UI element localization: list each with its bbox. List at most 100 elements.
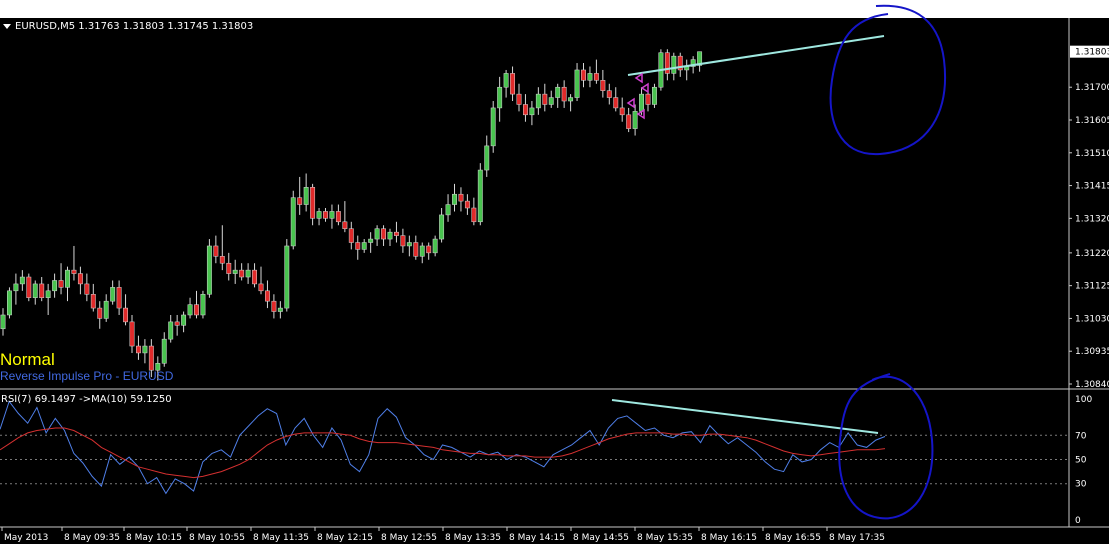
candle-body <box>374 228 380 240</box>
candle-body <box>194 304 199 316</box>
price-axis-label: 1.31320 <box>1075 214 1109 224</box>
candle-body <box>671 55 677 74</box>
time-axis-label: 8 May 12:55 <box>381 533 437 543</box>
time-axis-label: 8 May 14:15 <box>509 533 565 543</box>
candle-body <box>310 187 316 219</box>
candle-body <box>316 211 322 219</box>
candle-body <box>458 193 464 202</box>
candle-body <box>497 86 503 109</box>
candle-body <box>303 187 309 205</box>
candle-body <box>39 283 45 298</box>
candle-body <box>239 269 245 278</box>
price-axis-label: 1.31030 <box>1075 314 1109 324</box>
candle-body <box>639 93 644 112</box>
candle-body <box>65 269 70 288</box>
candle-body <box>387 231 393 240</box>
candle-body <box>555 86 561 98</box>
price-axis-label: 1.30935 <box>1075 347 1109 357</box>
candle-body <box>335 211 341 223</box>
annotation-circle-rsi <box>838 373 934 520</box>
current-price-label: 1.31803 <box>1075 48 1109 58</box>
candle-body <box>503 73 509 88</box>
candle-body <box>587 73 593 81</box>
candle-body <box>535 93 541 109</box>
candle-body <box>213 245 219 257</box>
candle-body <box>252 269 258 285</box>
price-axis-label: 1.31700 <box>1075 83 1109 93</box>
time-axis-label: 8 May 15:35 <box>637 533 693 543</box>
price-axis-label: 1.31510 <box>1075 149 1109 159</box>
candle-body <box>116 287 122 309</box>
price-axis-label: 1.31220 <box>1075 249 1109 259</box>
time-axis-label: 8 May 16:55 <box>765 533 821 543</box>
candle-body <box>219 256 225 264</box>
time-axis-label: 8 May 09:35 <box>64 533 120 543</box>
candle-body <box>200 294 206 316</box>
signal-arrow-icon <box>634 72 643 84</box>
chart-window[interactable]: 1.31700 1.31605 1.31510 1.31415 1.31320 1.312… <box>0 0 1109 544</box>
time-axis-label: 8 May 12:15 <box>317 533 373 543</box>
candle-body <box>258 283 264 292</box>
candle-body <box>58 280 64 288</box>
time-axis-label: May 2013 <box>4 533 48 543</box>
candle-body <box>32 283 38 298</box>
price-axis-label: 1.31125 <box>1075 282 1109 292</box>
candle-body <box>136 345 141 354</box>
chart-canvas[interactable]: 1.31700 1.31605 1.31510 1.31415 1.31320 1.312… <box>0 0 1109 544</box>
candle-body <box>290 197 296 247</box>
candle-body <box>206 245 212 295</box>
candle-body <box>413 242 419 257</box>
candle-body <box>613 97 619 109</box>
candle-body <box>529 107 535 116</box>
candle-body <box>52 280 58 292</box>
candle-body <box>606 90 612 98</box>
candle-body <box>7 290 12 316</box>
candle-body <box>13 283 19 292</box>
candle-body <box>477 169 483 223</box>
candle-body <box>90 294 96 309</box>
candle-body <box>406 242 412 247</box>
candle-body <box>77 273 83 285</box>
collapse-triangle-icon[interactable] <box>3 23 11 29</box>
candle-body <box>510 73 516 95</box>
candle-body <box>97 307 103 319</box>
candle-body <box>394 231 399 236</box>
axes: 1.31700 1.31605 1.31510 1.31415 1.31320 1.312… <box>1 45 1109 543</box>
signal-arrow-icon <box>640 82 649 94</box>
candle-body <box>419 245 425 257</box>
candle-body <box>619 107 625 116</box>
candle-body <box>226 262 232 274</box>
candle-body <box>84 283 90 295</box>
candle-body <box>123 307 128 323</box>
candle-body <box>484 145 490 171</box>
candle-body <box>581 69 586 81</box>
candle-body <box>439 214 445 240</box>
candle-body <box>148 345 154 371</box>
candle-body <box>168 321 174 340</box>
candle-body <box>516 93 522 105</box>
annotation-circle-price <box>829 4 946 156</box>
candle-body <box>342 221 348 229</box>
time-axis-label: 8 May 10:15 <box>126 533 182 543</box>
candle-body <box>284 245 290 309</box>
candle-body <box>361 242 367 250</box>
time-axis-label: 8 May 17:35 <box>829 533 885 543</box>
candle-body <box>464 200 470 209</box>
candle-body <box>426 245 432 254</box>
time-axis-label: 8 May 14:55 <box>573 533 629 543</box>
candle-body <box>245 269 251 278</box>
candle-body <box>0 314 6 330</box>
candles <box>0 49 703 381</box>
candle-body <box>632 111 638 129</box>
price-axis-label: 1.30840 <box>1075 380 1109 390</box>
time-axis-label: 8 May 13:35 <box>445 533 501 543</box>
price-axis-label: 1.31605 <box>1075 116 1109 126</box>
candle-body <box>568 97 574 102</box>
candle-body <box>19 276 25 285</box>
rsi-trendline <box>611 399 879 434</box>
symbol-header-text: EURUSD,M5 1.31763 1.31803 1.31745 1.3180… <box>15 21 254 32</box>
candle-body <box>593 73 599 81</box>
candle-body <box>432 238 438 254</box>
candle-body <box>368 238 374 243</box>
candle-body <box>329 211 335 219</box>
